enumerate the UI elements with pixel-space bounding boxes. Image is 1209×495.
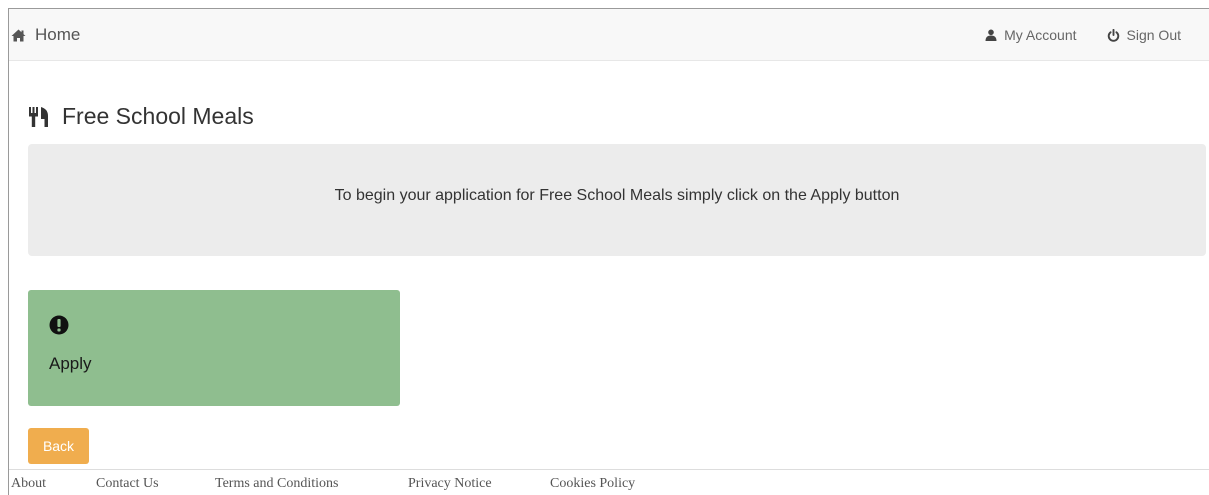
home-label: Home [35,25,81,44]
footer-link-terms[interactable]: Terms and Conditions [215,476,338,492]
apply-label: Apply [49,354,92,373]
user-menu: My Account Sign Out [985,9,1181,61]
user-icon [985,29,997,41]
footer-link-cookies[interactable]: Cookies Policy [550,476,635,492]
my-account-label: My Account [1004,27,1077,43]
cutlery-icon [29,106,48,127]
top-navbar: Home My Account Sign Out [9,9,1209,61]
info-panel: To begin your application for Free Schoo… [28,144,1206,256]
footer-link-about[interactable]: About [11,476,46,492]
my-account-link[interactable]: My Account [985,27,1077,43]
exclamation-circle-icon [49,315,69,335]
back-button[interactable]: Back [28,428,89,464]
sign-out-label: Sign Out [1126,27,1181,43]
apply-tile[interactable]: Apply [28,290,400,406]
footer-link-privacy[interactable]: Privacy Notice [408,476,492,492]
sign-out-link[interactable]: Sign Out [1107,27,1181,43]
page-title: Free School Meals [28,103,254,130]
info-text: To begin your application for Free Schoo… [334,187,900,204]
power-icon [1107,28,1119,42]
footer: About Contact Us Terms and Conditions Pr… [9,469,1209,495]
footer-link-contact-us[interactable]: Contact Us [96,476,159,492]
home-icon [11,29,26,41]
page-title-text: Free School Meals [62,103,254,129]
home-link[interactable]: Home [11,9,80,61]
